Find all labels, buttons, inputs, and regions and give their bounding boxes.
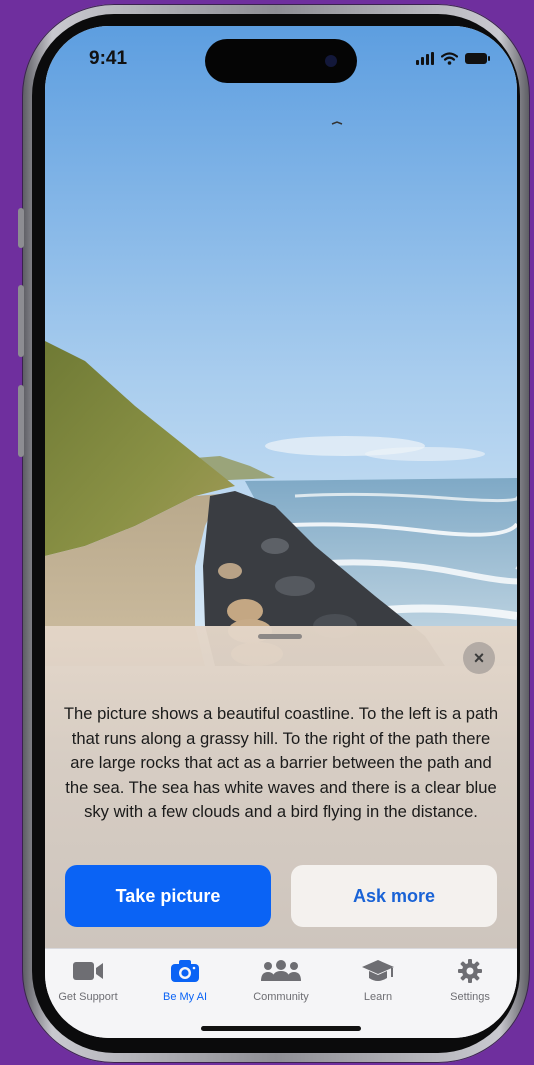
wifi-icon (441, 51, 458, 65)
dynamic-island (205, 39, 357, 83)
sheet-grabber[interactable] (258, 634, 302, 639)
home-indicator[interactable] (201, 1026, 361, 1031)
gear-icon (458, 959, 482, 983)
front-camera-icon (325, 55, 337, 67)
cellular-signal-icon (416, 51, 434, 65)
tab-bar: Get Support Be My AI Community Learn Set… (45, 948, 517, 1038)
video-camera-icon (73, 962, 103, 980)
action-button (18, 208, 24, 248)
volume-up-button (18, 285, 24, 357)
tab-learn[interactable]: Learn (335, 957, 421, 1003)
tab-label: Community (253, 991, 309, 1003)
status-icons (416, 50, 490, 66)
tab-community[interactable]: Community (238, 957, 324, 1003)
image-description: The picture shows a beautiful coastline.… (63, 704, 499, 821)
tab-get-support[interactable]: Get Support (45, 957, 131, 1003)
people-group-icon (261, 960, 301, 981)
tab-label: Be My AI (162, 991, 208, 1003)
coastline-photo (45, 26, 517, 666)
tab-be-my-ai[interactable]: Be My AI (142, 957, 228, 1003)
phone-screen: 9:41 × The picture shows a beautiful coa… (45, 26, 517, 1038)
tab-label: Get Support (58, 991, 118, 1003)
tab-label: Learn (363, 991, 393, 1003)
volume-down-button (18, 385, 24, 457)
tab-settings[interactable]: Settings (427, 957, 513, 1003)
battery-icon (465, 52, 490, 64)
ask-more-button[interactable]: Ask more (291, 865, 497, 927)
status-time: 9:41 (89, 48, 128, 69)
tab-label: Settings (450, 991, 490, 1003)
close-button[interactable]: × (463, 642, 495, 674)
take-picture-button[interactable]: Take picture (65, 865, 271, 927)
camera-icon (171, 960, 199, 982)
ai-result-sheet: × The picture shows a beautiful coastlin… (45, 626, 517, 948)
graduation-cap-icon (362, 960, 394, 981)
photo-preview (45, 26, 517, 666)
